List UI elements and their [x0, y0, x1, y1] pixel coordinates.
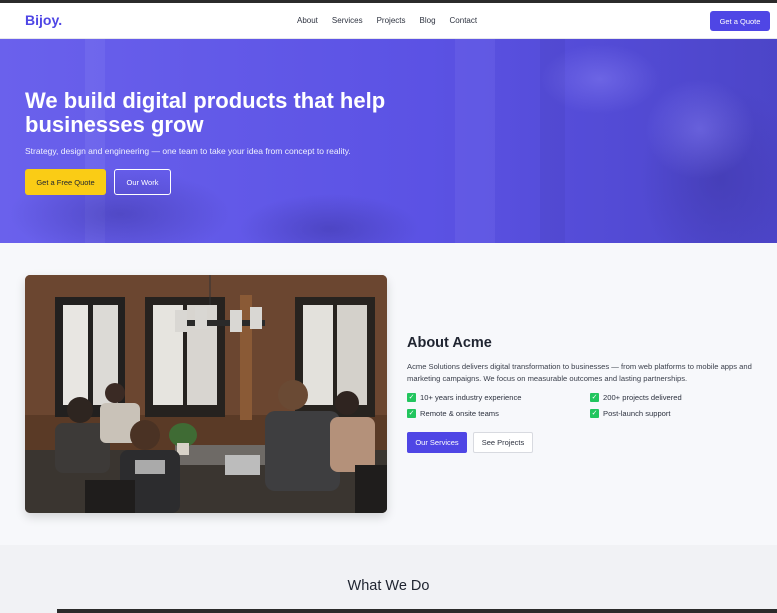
see-projects-button[interactable]: See Projects [473, 432, 533, 453]
about-title: About Acme [407, 335, 492, 351]
main-nav: About Services Projects Blog Contact [297, 16, 477, 25]
nav-link-contact[interactable]: Contact [450, 16, 478, 25]
check-icon: ✓ [590, 409, 599, 418]
bottom-edge-bar [57, 609, 777, 613]
team-photo-illustration [25, 275, 387, 513]
hero-title: We build digital products that help busi… [25, 88, 386, 137]
nav-link-projects[interactable]: Projects [377, 16, 406, 25]
brand-dot: . [58, 12, 63, 28]
about-description: Acme Solutions delivers digital transfor… [407, 362, 752, 383]
team-photo [25, 275, 387, 513]
feature-label: 10+ years industry experience [420, 393, 522, 402]
get-quote-button[interactable]: Get a Quote [710, 11, 770, 31]
our-work-button[interactable]: Our Work [114, 169, 171, 195]
section-title: What We Do [347, 578, 430, 594]
get-free-quote-button[interactable]: Get a Free Quote [25, 169, 106, 195]
nav-link-about[interactable]: About [297, 16, 318, 25]
check-icon: ✓ [590, 393, 599, 402]
feature-item: ✓ Remote & onsite teams [407, 409, 499, 418]
feature-item: ✓ 10+ years industry experience [407, 393, 522, 402]
site-header: Bijoy. About Services Projects Blog Cont… [0, 3, 777, 39]
feature-item: ✓ Post-launch support [590, 409, 671, 418]
about-section: About Acme Acme Solutions delivers digit… [0, 243, 777, 545]
check-icon: ✓ [407, 393, 416, 402]
our-services-button[interactable]: Our Services [407, 432, 467, 453]
hero-subtitle: Strategy, design and engineering — one t… [25, 146, 351, 156]
brand-logo[interactable]: Bijoy. [25, 12, 62, 28]
feature-item: ✓ 200+ projects delivered [590, 393, 682, 402]
feature-label: Remote & onsite teams [420, 409, 499, 418]
feature-label: Post-launch support [603, 409, 671, 418]
feature-label: 200+ projects delivered [603, 393, 682, 402]
what-we-do-section: What We Do [0, 545, 777, 613]
brand-name: Bijoy [25, 12, 59, 28]
nav-link-services[interactable]: Services [332, 16, 363, 25]
check-icon: ✓ [407, 409, 416, 418]
nav-link-blog[interactable]: Blog [420, 16, 436, 25]
hero-section: We build digital products that help busi… [0, 39, 777, 243]
hero-background-image [10, 39, 777, 243]
